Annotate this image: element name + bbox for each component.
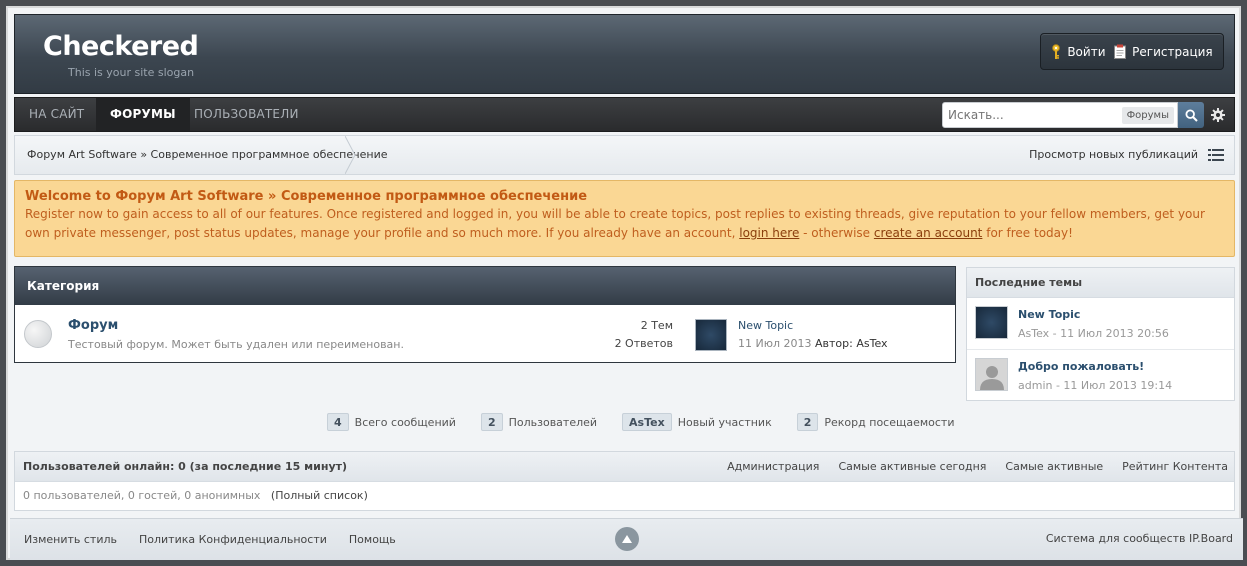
user-silhouette-icon xyxy=(979,366,1004,390)
site-footer: Изменить стиль Политика Конфиденциальнос… xyxy=(10,518,1243,560)
forum-topics-count: 2 Тем xyxy=(640,319,673,332)
list-icon[interactable] xyxy=(1208,149,1224,161)
online-users-title: Пользователей онлайн: 0 (за последние 15… xyxy=(23,460,348,473)
forum-read-icon xyxy=(24,320,52,348)
breadcrumb-bar: Форум Art Software » Современное програм… xyxy=(14,135,1235,175)
online-links: Администрация Самые активные сегодня Сам… xyxy=(727,452,1228,482)
site-logo[interactable]: Checkered xyxy=(43,31,199,62)
search-box: Форумы xyxy=(942,102,1178,128)
page-frame: Checkered This is your site slogan Войти xyxy=(6,6,1243,560)
forum-replies-count: 2 Ответов xyxy=(614,337,673,350)
recent-topics-sidebar: Последние темы New Topic AsTex - 11 Июл … xyxy=(966,267,1235,401)
forum-row: Форум Тестовый форум. Может быть удален … xyxy=(15,305,955,362)
privacy-policy-link[interactable]: Политика Конфиденциальности xyxy=(139,519,327,561)
tab-site[interactable]: НА САЙТ xyxy=(15,98,98,131)
avatar[interactable] xyxy=(975,358,1008,391)
copyright-link[interactable]: Система для сообществ IP.Board xyxy=(1046,519,1233,559)
key-icon xyxy=(1052,43,1061,59)
welcome-message: Welcome to Форум Art Software » Современ… xyxy=(14,180,1235,257)
recent-topic-title[interactable]: Добро пожаловать! xyxy=(1018,360,1144,373)
change-skin-link[interactable]: Изменить стиль xyxy=(24,519,117,561)
top-posters-link[interactable]: Самые активные xyxy=(1005,452,1103,482)
forum-description: Тестовый форум. Может быть удален или пе… xyxy=(68,338,404,351)
recent-topic-meta: AsTex - 11 Июл 2013 20:56 xyxy=(1018,327,1169,340)
full-list-link[interactable]: (Полный список) xyxy=(271,489,368,502)
stat-newest-member: AsTex Новый участник xyxy=(622,413,772,431)
forum-name[interactable]: Форум xyxy=(68,318,118,333)
search-scope[interactable]: Форумы xyxy=(1121,107,1174,124)
welcome-title: Welcome to Форум Art Software » Современ… xyxy=(25,189,588,204)
online-users-block: Пользователей онлайн: 0 (за последние 15… xyxy=(14,451,1235,511)
welcome-text: Register now to gain access to all of ou… xyxy=(25,207,1205,240)
stat-value: 4 xyxy=(327,413,349,431)
stat-label: Новый участник xyxy=(677,415,772,429)
online-users-header: Пользователей онлайн: 0 (за последние 15… xyxy=(15,452,1234,482)
top-today-link[interactable]: Самые активные сегодня xyxy=(838,452,986,482)
recent-topic-meta: admin - 11 Июл 2013 19:14 xyxy=(1018,379,1173,392)
stat-value: 2 xyxy=(796,413,819,431)
search-button[interactable] xyxy=(1178,102,1204,128)
last-poster-avatar[interactable] xyxy=(695,319,727,351)
arrow-up-icon xyxy=(622,535,632,543)
register-button[interactable]: Регистрация xyxy=(1114,44,1213,59)
create-account-link[interactable]: create an account xyxy=(874,226,983,240)
online-users-summary: 0 пользователей, 0 гостей, 0 анонимных (… xyxy=(23,489,368,502)
search-icon xyxy=(1184,108,1198,122)
register-label: Регистрация xyxy=(1132,44,1213,59)
content-rating-link[interactable]: Рейтинг Контента xyxy=(1122,452,1228,482)
category-title[interactable]: Категория xyxy=(15,267,955,305)
login-button[interactable]: Войти xyxy=(1051,43,1106,60)
login-link[interactable]: login here xyxy=(739,226,799,240)
stat-value[interactable]: AsTex xyxy=(622,413,672,431)
site-header: Checkered This is your site slogan Войти xyxy=(14,14,1235,94)
stat-total-posts: 4 Всего сообщений xyxy=(327,413,456,431)
help-link[interactable]: Помощь xyxy=(349,519,396,561)
recent-topic-title[interactable]: New Topic xyxy=(1018,308,1080,321)
tab-forums[interactable]: ФОРУМЫ xyxy=(96,98,190,131)
board-stats: 4 Всего сообщений 2 Пользователей AsTex … xyxy=(327,411,980,433)
breadcrumb[interactable]: Форум Art Software » Современное програм… xyxy=(27,136,388,174)
last-post-meta: 11 Июл 2013 Автор: AsTex xyxy=(738,337,888,350)
list-item: Добро пожаловать! admin - 11 Июл 2013 19… xyxy=(967,350,1234,402)
stat-label: Пользователей xyxy=(508,415,598,429)
stat-value: 2 xyxy=(480,413,503,431)
list-item: New Topic AsTex - 11 Июл 2013 20:56 xyxy=(967,298,1234,350)
main-nav: НА САЙТ ФОРУМЫ ПОЛЬЗОВАТЕЛИ Форумы xyxy=(14,97,1235,132)
clipboard-icon xyxy=(1114,44,1127,59)
stat-record-online: 2 Рекорд посещаемости xyxy=(796,413,955,431)
back-to-top-button[interactable] xyxy=(615,527,639,551)
sidebar-title: Последние темы xyxy=(967,268,1234,298)
new-posts-link[interactable]: Просмотр новых публикаций xyxy=(1029,136,1198,174)
tab-members[interactable]: ПОЛЬЗОВАТЕЛИ xyxy=(180,98,313,131)
gear-icon[interactable] xyxy=(1211,108,1225,122)
stat-label: Всего сообщений xyxy=(354,415,456,429)
last-topic-link[interactable]: New Topic xyxy=(738,319,793,332)
login-label: Войти xyxy=(1067,44,1106,59)
stat-members: 2 Пользователей xyxy=(480,413,598,431)
site-slogan: This is your site slogan xyxy=(68,66,195,79)
staff-link[interactable]: Администрация xyxy=(727,452,819,482)
last-post-author[interactable]: Автор: AsTex xyxy=(815,337,888,350)
search-input[interactable] xyxy=(943,103,1119,127)
user-box: Войти Регистрация xyxy=(1040,33,1224,70)
breadcrumb-separator xyxy=(345,136,356,174)
category-block: Категория Форум Тестовый форум. Может бы… xyxy=(14,266,956,363)
avatar[interactable] xyxy=(975,306,1008,339)
footer-links: Изменить стиль Политика Конфиденциальнос… xyxy=(24,519,396,561)
stat-label: Рекорд посещаемости xyxy=(824,415,955,429)
